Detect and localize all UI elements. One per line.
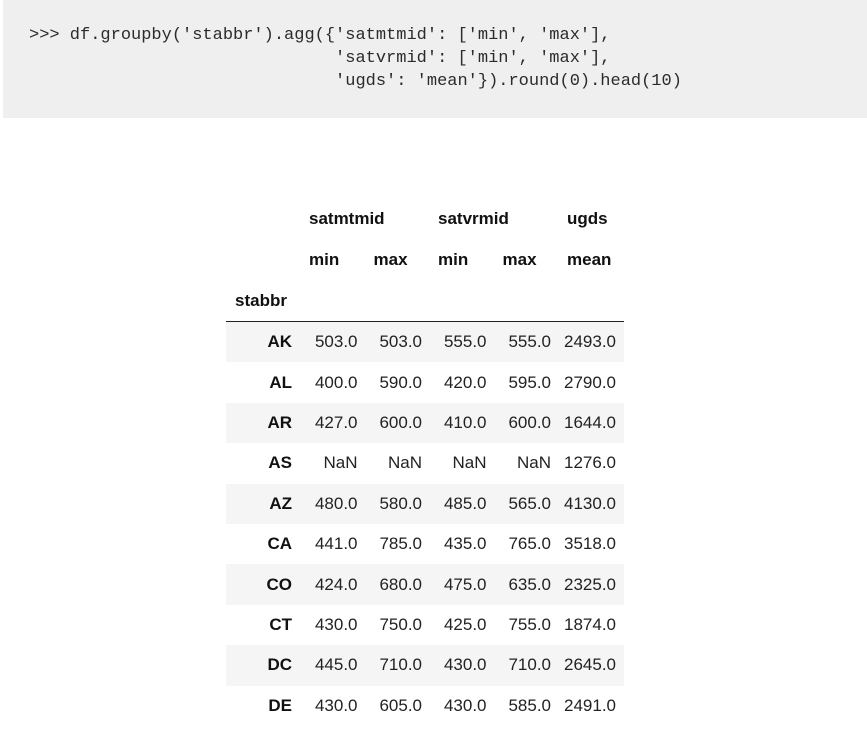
row-index-label: CT: [269, 614, 292, 634]
row-index-label: AZ: [269, 493, 292, 513]
subheader-min: min: [309, 249, 340, 269]
table-cell: 480.0: [314, 493, 358, 513]
header-blank: [559, 280, 624, 322]
table-row: DE 430.0 605.0 430.0 585.0 2491.0: [226, 685, 624, 726]
table-cell: 435.0: [443, 534, 487, 554]
header-satmtmid: satmtmid: [309, 209, 385, 228]
table-cell: 765.0: [508, 534, 551, 554]
table-cell: 410.0: [443, 412, 487, 432]
table-cell: 750.0: [379, 614, 422, 634]
subheader-mean: mean: [567, 249, 612, 269]
table-cell: 4130.0: [564, 493, 616, 513]
table-row: AL 400.0 590.0 420.0 595.0 2790.0: [226, 362, 624, 403]
subheader-min: min: [438, 249, 469, 269]
table-cell: NaN: [452, 453, 487, 473]
header-satvrmid: satvrmid: [438, 209, 509, 228]
header-ugds: ugds: [567, 209, 608, 228]
table-cell: 424.0: [314, 574, 358, 594]
table-cell: 475.0: [443, 574, 487, 594]
table-row: AR 427.0 600.0 410.0 600.0 1644.0: [226, 402, 624, 444]
header-row-index: stabbr: [226, 280, 624, 322]
header-blank: [226, 199, 301, 239]
row-index-label: AL: [269, 372, 292, 392]
table-cell: 2491.0: [564, 695, 616, 715]
table-cell: 605.0: [379, 695, 422, 715]
table-cell: 1276.0: [564, 453, 616, 473]
table-body: AK 503.0 503.0 555.0 555.0 2493.0 AL 400.0 590.0…: [226, 321, 624, 726]
table-row: AK 503.0 503.0 555.0 555.0 2493.0: [226, 321, 624, 363]
table-cell: 600.0: [508, 412, 551, 432]
table-cell: 590.0: [379, 372, 422, 392]
header-blank: [430, 280, 495, 322]
table-cell: 400.0: [314, 372, 358, 392]
header-blank: [226, 239, 301, 280]
table-cell: 503.0: [379, 332, 422, 352]
row-index-label: DC: [267, 655, 292, 675]
table-cell: 555.0: [508, 332, 551, 352]
table-cell: 600.0: [379, 412, 422, 432]
table-cell: 1644.0: [564, 412, 616, 432]
table-cell: 635.0: [508, 574, 551, 594]
table-cell: 710.0: [508, 655, 551, 675]
row-index-label: CA: [267, 534, 292, 554]
table-row: CA 441.0 785.0 435.0 765.0 3518.0: [226, 523, 624, 565]
table-cell: 430.0: [443, 655, 487, 675]
table-cell: 585.0: [508, 695, 551, 715]
table-row: AS NaN NaN NaN NaN 1276.0: [226, 443, 624, 484]
header-blank: [495, 280, 560, 322]
table-cell: 430.0: [443, 695, 487, 715]
table-cell: 445.0: [314, 655, 358, 675]
table-cell: 595.0: [508, 372, 551, 392]
code-text: >>> df.groupby('stabbr').agg({'satmtmid'…: [29, 24, 682, 93]
table-row: CT 430.0 750.0 425.0 755.0 1874.0: [226, 604, 624, 646]
index-name: stabbr: [235, 290, 287, 310]
table-cell: 1874.0: [564, 614, 616, 634]
header-blank: [366, 280, 431, 322]
table-cell: 427.0: [314, 412, 358, 432]
table-row: DC 445.0 710.0 430.0 710.0 2645.0: [226, 645, 624, 686]
dataframe-table: satmtmid satvrmid ugds min max min max m…: [226, 199, 624, 726]
table-cell: 430.0: [314, 614, 358, 634]
table-cell: 3518.0: [564, 534, 616, 554]
code-cell: >>> df.groupby('stabbr').agg({'satmtmid'…: [3, 0, 867, 118]
table-cell: 2325.0: [564, 574, 616, 594]
row-index-label: CO: [266, 574, 293, 594]
code-line: >>> df.groupby('stabbr').agg({'satmtmid'…: [29, 26, 611, 45]
row-index-label: DE: [268, 695, 292, 715]
row-index-label: AR: [267, 412, 292, 432]
table-cell: 420.0: [443, 372, 487, 392]
table-row: CO 424.0 680.0 475.0 635.0 2325.0: [226, 564, 624, 605]
subheader-max: max: [373, 249, 408, 269]
table-cell: 755.0: [508, 614, 551, 634]
table-cell: 2645.0: [564, 655, 616, 675]
table-cell: 2790.0: [564, 372, 616, 392]
code-line: 'ugds': 'mean'}).round(0).head(10): [29, 72, 682, 91]
table-cell: 710.0: [379, 655, 422, 675]
table-cell: NaN: [516, 453, 551, 473]
code-line: 'satvrmid': ['min', 'max'],: [29, 49, 611, 68]
table-cell: NaN: [323, 453, 358, 473]
row-index-label: AK: [267, 332, 292, 352]
table-cell: 2493.0: [564, 332, 616, 352]
table-cell: 580.0: [379, 493, 422, 513]
header-blank: [301, 280, 366, 322]
table-cell: 785.0: [379, 534, 422, 554]
row-index-label: AS: [268, 453, 292, 473]
table-cell: 565.0: [508, 493, 551, 513]
header-row-sub: min max min max mean: [226, 239, 624, 280]
table-cell: 680.0: [379, 574, 422, 594]
table-cell: 430.0: [314, 695, 358, 715]
table-cell: 425.0: [443, 614, 487, 634]
table-cell: 485.0: [443, 493, 487, 513]
table-cell: 441.0: [314, 534, 358, 554]
subheader-max: max: [502, 249, 537, 269]
table-cell: NaN: [387, 453, 422, 473]
table-cell: 503.0: [314, 332, 358, 352]
header-row-top: satmtmid satvrmid ugds: [226, 199, 624, 239]
table-cell: 555.0: [443, 332, 487, 352]
table-row: AZ 480.0 580.0 485.0 565.0 4130.0: [226, 483, 624, 524]
